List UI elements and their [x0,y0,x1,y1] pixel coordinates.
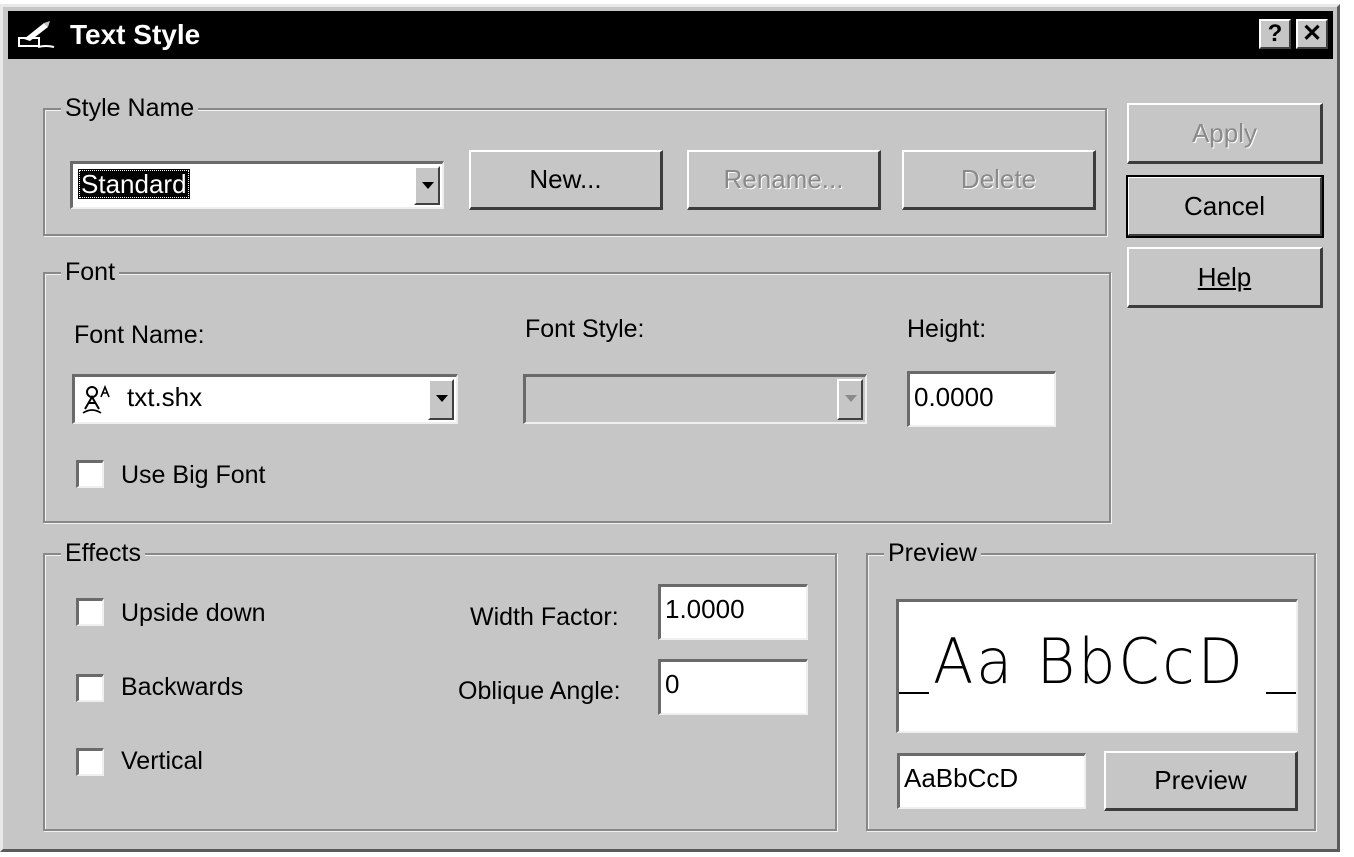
help-button[interactable]: Help [1127,247,1323,308]
vertical-checkbox[interactable] [76,748,104,776]
vertical-label: Vertical [121,747,203,775]
rename-style-button[interactable]: Rename... [687,150,881,210]
preview-sample-text: Aa BbCcD [933,625,1246,698]
oblique-angle-input[interactable]: 0 [658,659,808,715]
backwards-label: Backwards [121,673,244,701]
cancel-button-label: Cancel [1184,190,1265,221]
help-button-label: Help [1197,261,1252,292]
preview-text-input[interactable]: AaBbCcD [897,753,1086,809]
oblique-angle-label: Oblique Angle: [458,677,621,705]
baseline-right [1266,692,1296,694]
height-value: 0.0000 [914,382,994,412]
new-style-button[interactable]: New... [469,150,663,210]
width-factor-value: 1.0000 [665,594,745,624]
new-style-button-label: New... [529,164,602,194]
rename-style-button-label: Rename... [723,164,844,194]
help-question-button[interactable]: ? [1259,19,1291,49]
backwards-checkbox[interactable] [76,674,104,702]
delete-style-button-label: Delete [960,164,1037,194]
font-name-label: Font Name: [74,321,205,349]
font-name-value: txt.shx [127,382,203,412]
preview-text-value: AaBbCcD [904,763,1019,793]
apply-button-label: Apply [1191,117,1258,148]
font-style-label: Font Style: [525,315,645,343]
chevron-down-icon[interactable] [837,379,863,420]
chevron-down-icon[interactable] [428,379,454,420]
window-title: Text Style [70,19,201,50]
style-name-combo[interactable]: Standard [70,161,444,209]
width-factor-input[interactable]: 1.0000 [658,584,808,640]
text-style-app-icon [14,19,60,51]
preview-button-label: Preview [1154,765,1247,795]
style-name-selected: Standard [78,169,190,199]
shx-font-icon [81,383,117,422]
font-name-combo[interactable]: txt.shx [72,374,458,424]
font-style-combo[interactable] [523,374,867,424]
height-input[interactable]: 0.0000 [907,371,1056,427]
style-name-group-label: Style Name [61,93,199,123]
font-group-label: Font [61,257,120,287]
preview-display: Aa BbCcD [896,599,1298,733]
chevron-down-icon[interactable] [414,166,440,205]
width-factor-label: Width Factor: [470,603,619,631]
use-big-font-checkbox[interactable] [76,460,104,488]
upside-down-label: Upside down [121,599,266,627]
use-big-font-label: Use Big Font [121,461,266,489]
oblique-angle-value: 0 [665,669,680,699]
apply-button[interactable]: Apply [1127,103,1323,164]
close-button[interactable]: ✕ [1296,19,1328,49]
title-bar[interactable]: Text Style ? ✕ [8,11,1333,59]
upside-down-checkbox[interactable] [76,598,104,626]
delete-style-button[interactable]: Delete [902,150,1096,210]
preview-button[interactable]: Preview [1104,751,1298,811]
cancel-button[interactable]: Cancel [1126,175,1324,238]
height-label: Height: [907,315,987,343]
preview-group-label: Preview [884,538,981,568]
effects-group-label: Effects [61,538,145,568]
baseline-left [899,692,929,694]
